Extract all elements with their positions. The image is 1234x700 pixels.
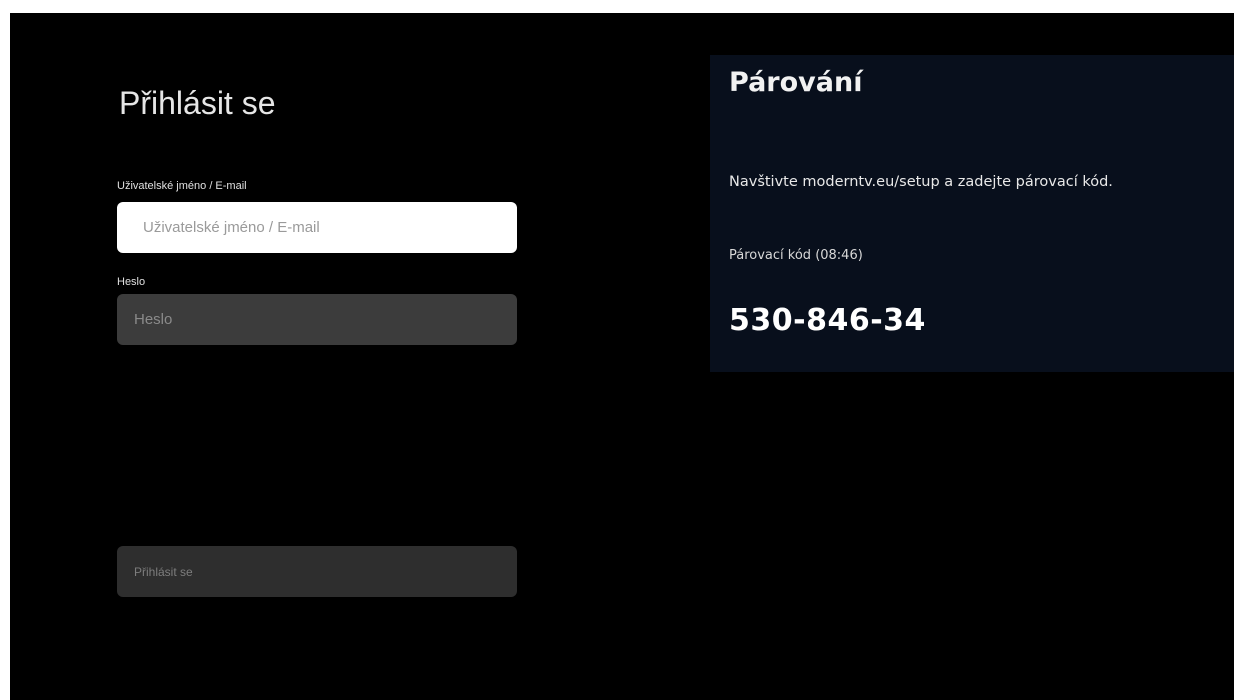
login-title: Přihlásit se: [119, 85, 276, 121]
login-panel: Přihlásit se Uživatelské jméno / E-mail …: [10, 13, 610, 700]
pairing-title: Párování: [729, 67, 863, 98]
pairing-instructions: Navštivte moderntv.eu/setup a zadejte pá…: [729, 174, 1113, 190]
app-screen: Přihlásit se Uživatelské jméno / E-mail …: [10, 13, 1234, 700]
username-label: Uživatelské jméno / E-mail: [117, 180, 247, 192]
pairing-panel: Párování Navštivte moderntv.eu/setup a z…: [710, 55, 1234, 372]
username-input[interactable]: [117, 202, 517, 253]
password-input[interactable]: [117, 294, 517, 345]
password-label: Heslo: [117, 276, 146, 288]
pairing-code: 530-846-34: [729, 303, 926, 338]
pairing-code-label: Párovací kód (08:46): [729, 248, 863, 263]
login-button[interactable]: Přihlásit se: [117, 546, 517, 597]
